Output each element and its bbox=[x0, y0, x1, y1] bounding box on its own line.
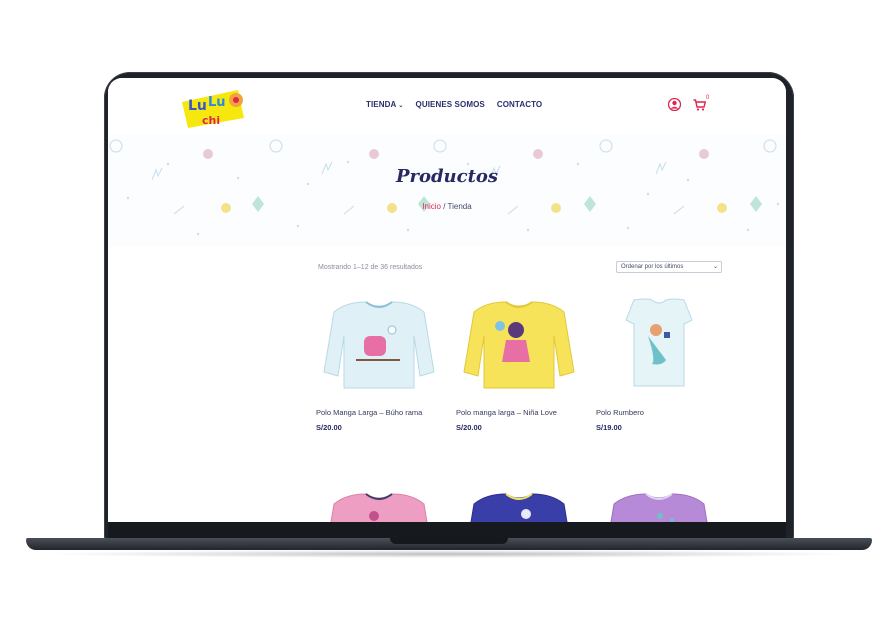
main-nav: TIENDA ⌄ QUIENES SOMOS CONTACTO bbox=[366, 100, 542, 109]
chevron-down-icon: ⌄ bbox=[398, 103, 404, 109]
page-hero: Productos Inicio / Tienda bbox=[108, 134, 786, 246]
nav-quienes-somos[interactable]: QUIENES SOMOS bbox=[416, 100, 485, 109]
product-price: S/20.00 bbox=[456, 423, 482, 432]
user-icon[interactable] bbox=[668, 98, 681, 111]
sort-select-value: Ordenar por los últimos bbox=[621, 264, 684, 270]
result-count: Mostrando 1–12 de 36 resultados bbox=[318, 264, 423, 271]
sort-select[interactable]: Ordenar por los últimos ⌄ bbox=[616, 261, 722, 273]
svg-text:Lu: Lu bbox=[208, 95, 226, 110]
chevron-down-icon: ⌄ bbox=[712, 264, 718, 270]
breadcrumb: Inicio / Tienda bbox=[108, 202, 786, 211]
lulu-chi-logo[interactable]: Lu Lu chi bbox=[178, 84, 248, 132]
browser-screen: Lu Lu chi TIENDA ⌄ QUIENES SOMOS CONTACTO bbox=[108, 78, 786, 522]
breadcrumb-current: Tienda bbox=[447, 202, 472, 211]
product-name[interactable]: Polo Manga Larga – Búho rama bbox=[316, 408, 422, 417]
site-header: Lu Lu chi TIENDA ⌄ QUIENES SOMOS CONTACTO bbox=[108, 78, 786, 134]
page-title: Productos bbox=[395, 166, 499, 187]
product-image[interactable] bbox=[596, 482, 722, 522]
breadcrumb-home-link[interactable]: Inicio bbox=[422, 202, 441, 211]
svg-text:Lu: Lu bbox=[188, 98, 207, 114]
product-name[interactable]: Polo manga larga – Niña Love bbox=[456, 408, 557, 417]
product-price: S/19.00 bbox=[596, 423, 622, 432]
svg-text:chi: chi bbox=[202, 114, 220, 127]
laptop-notch bbox=[390, 538, 508, 544]
laptop-shadow bbox=[40, 550, 858, 558]
product-name[interactable]: Polo Rumbero bbox=[596, 408, 644, 417]
nav-tienda[interactable]: TIENDA ⌄ bbox=[366, 100, 404, 109]
product-image[interactable] bbox=[456, 290, 582, 400]
nav-contacto[interactable]: CONTACTO bbox=[497, 100, 542, 109]
product-image[interactable] bbox=[316, 482, 442, 522]
cart-count-badge: 0 bbox=[706, 95, 710, 101]
product-image[interactable] bbox=[316, 290, 442, 400]
cart-icon[interactable] bbox=[693, 99, 706, 111]
product-price: S/20.00 bbox=[316, 423, 342, 432]
product-image[interactable] bbox=[596, 290, 722, 400]
hero-pattern bbox=[109, 139, 780, 236]
laptop-mockup: Lu Lu chi TIENDA ⌄ QUIENES SOMOS CONTACTO bbox=[0, 0, 896, 621]
product-image[interactable] bbox=[456, 482, 582, 522]
